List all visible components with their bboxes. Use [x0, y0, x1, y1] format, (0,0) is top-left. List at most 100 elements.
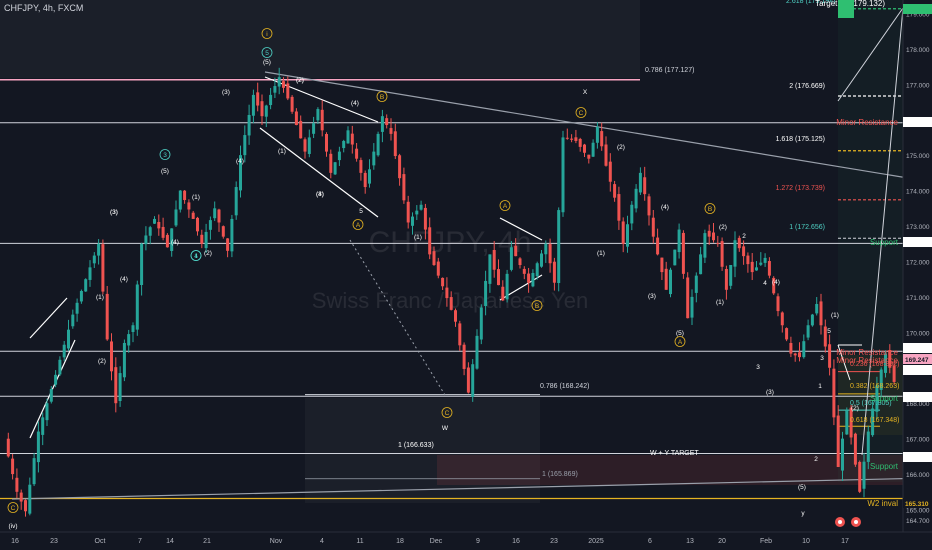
candle-body	[544, 243, 548, 255]
x-tick-label: Dec	[430, 538, 443, 545]
symbol-header: CHFJPY, 4h, FXCM	[4, 3, 84, 13]
chart-area[interactable]: CHFJPY, 4h, FXCM CHFJPY, 4h Swiss Franc /…	[0, 0, 932, 550]
candle-body	[733, 240, 737, 267]
x-tick-label: 4	[320, 538, 324, 545]
x-tick-label: 11	[356, 538, 363, 545]
price-chart[interactable]: CHFJPY, 4hSwiss Franc / Japanese Yen0.78…	[0, 0, 932, 550]
candle-body	[299, 120, 303, 139]
candle-body	[462, 344, 466, 369]
wave-label: B	[535, 303, 539, 310]
wave-label: X	[583, 89, 588, 96]
x-tick-label: 23	[50, 538, 58, 545]
y-tick-label: 172.000	[906, 259, 930, 266]
candle-body	[445, 287, 449, 299]
candle-body	[776, 296, 780, 312]
candle-body	[767, 261, 771, 276]
candle-body	[518, 258, 522, 265]
candle-body	[389, 128, 393, 134]
candle-body	[157, 221, 161, 229]
wave-label: (1)	[192, 194, 200, 201]
candle-body	[552, 261, 556, 283]
candle-body	[707, 230, 711, 237]
candle-body	[613, 184, 617, 198]
y-tick-label: 168.000	[906, 401, 930, 408]
wave-label: B	[708, 206, 712, 213]
candle-body	[153, 218, 156, 224]
candle-body	[423, 207, 427, 230]
candle-body	[277, 77, 281, 87]
line-tag: Support	[870, 462, 899, 471]
candle-body	[802, 341, 806, 358]
candle-body	[359, 160, 363, 173]
wave-label: A	[503, 203, 508, 210]
candle-body	[234, 187, 238, 216]
candle-body	[398, 155, 402, 179]
candle-body	[140, 243, 144, 286]
line-tag: Support	[870, 238, 899, 247]
candle-body	[535, 263, 539, 277]
candle-body	[28, 484, 32, 514]
projection-zone-top	[0, 0, 640, 78]
candle-body	[411, 216, 414, 226]
line-tag: Support	[870, 394, 899, 403]
candle-body	[385, 118, 389, 126]
x-tick-label: 23	[550, 538, 558, 545]
candle-body	[135, 284, 139, 330]
candle-body	[282, 81, 285, 88]
wave-label: 5	[265, 50, 269, 57]
candle-body	[686, 277, 690, 319]
candle-body	[428, 227, 432, 255]
candle-body	[36, 431, 40, 463]
candle-body	[165, 234, 169, 248]
candle-body	[454, 310, 457, 322]
fib-level-label: 1 (172.656)	[789, 224, 825, 231]
fib-level-label: 1 (166.633)	[398, 442, 434, 449]
price-tag-label: 165.310	[905, 501, 929, 508]
event-marker-dot	[838, 520, 842, 524]
candle-body	[131, 325, 135, 332]
candle-body	[71, 314, 75, 327]
wave-label: (5)	[676, 330, 684, 337]
candle-body	[475, 335, 479, 369]
y-tick-label: 175.000	[906, 153, 930, 160]
candle-body	[819, 301, 823, 326]
fib-level-label: 1.272 (173.739)	[776, 185, 825, 192]
watermark-symbol: CHFJPY, 4h	[369, 226, 532, 259]
candle-body	[763, 257, 767, 263]
fib-level-label: 0.618 (167.348)	[850, 417, 899, 424]
candle-body	[217, 209, 221, 223]
wave-label: (iv)	[8, 523, 17, 530]
wave-label: (4)	[661, 204, 669, 211]
candle-body	[144, 235, 148, 245]
wave-label: (2)	[98, 358, 106, 365]
candle-body	[501, 286, 505, 301]
candle-body	[750, 261, 754, 273]
wave-label: (1)	[831, 312, 839, 319]
candle-body	[522, 268, 526, 274]
candle-body	[630, 204, 634, 224]
price-tag-label: 175.916	[905, 120, 929, 127]
candle-body	[174, 209, 178, 226]
candle-body	[101, 244, 105, 292]
x-tick-label: 20	[718, 538, 726, 545]
candle-body	[862, 461, 866, 489]
candle-body	[402, 174, 406, 201]
candle-body	[724, 268, 728, 290]
price-tag-label: 169.236	[905, 368, 929, 375]
candle-body	[866, 431, 870, 462]
y-tick-label: 164.700	[906, 518, 930, 525]
candle-body	[226, 238, 230, 251]
y-tick-label: 173.000	[906, 224, 930, 231]
candle-body	[221, 226, 225, 237]
candle-body	[505, 273, 509, 300]
x-tick-label: 16	[11, 538, 19, 545]
target-box	[838, 0, 854, 18]
candle-body	[737, 237, 741, 249]
candle-body	[97, 243, 101, 256]
candle-body	[264, 105, 268, 117]
candle-body	[256, 92, 260, 106]
candle-body	[273, 86, 277, 93]
candle-body	[316, 109, 320, 121]
candle-body	[694, 275, 698, 293]
candle-body	[853, 433, 857, 465]
